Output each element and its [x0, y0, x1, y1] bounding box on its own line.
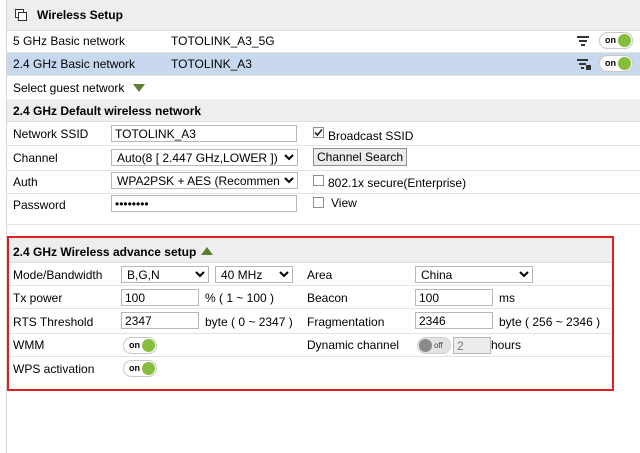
advance-setup-title: 2.4 GHz Wireless advance setup — [13, 245, 197, 259]
password-input[interactable] — [111, 195, 297, 212]
section-divider — [7, 224, 640, 225]
dynamic-channel-hours-input[interactable] — [453, 337, 491, 354]
txpower-unit: % ( 1 ~ 100 ) — [205, 291, 275, 305]
mode-label: Mode/Bandwidth — [13, 268, 103, 282]
enterprise-checkbox[interactable] — [313, 175, 324, 186]
txpower-input[interactable] — [121, 289, 199, 306]
network-row-24ghz[interactable]: 2.4 GHz Basic network TOTOLINK_A3 on — [7, 53, 640, 76]
toggle-knob — [419, 339, 432, 352]
network-24ghz-toggle[interactable]: on — [599, 55, 633, 72]
toggle-knob — [142, 339, 155, 352]
dynamic-channel-unit: hours — [491, 338, 522, 352]
filter-lock-icon[interactable] — [577, 58, 591, 70]
advance-setup-header: 2.4 GHz Wireless advance setup — [9, 238, 612, 263]
channel-select[interactable]: Auto(8 [ 2.447 GHz,LOWER ]) — [111, 149, 298, 166]
wps-toggle[interactable]: on — [123, 360, 157, 377]
txpower-row: Tx power % ( 1 ~ 100 ) Beacon ms — [9, 286, 612, 309]
toggle-label: on — [129, 363, 140, 373]
toggle-label: on — [129, 340, 140, 350]
main-panel: Wireless Setup 5 GHz Basic network TOTOL… — [6, 0, 640, 453]
fragmentation-unit: byte ( 256 ~ 2346 ) — [499, 315, 601, 329]
ssid-input[interactable] — [111, 125, 297, 142]
dynamic-channel-toggle[interactable]: off — [417, 337, 451, 354]
fragmentation-label: Fragmentation — [307, 315, 385, 329]
rts-input[interactable] — [121, 312, 199, 329]
area-select[interactable]: China — [415, 266, 533, 283]
bandwidth-select[interactable]: 40 MHz — [215, 266, 293, 283]
area-label: Area — [307, 268, 333, 282]
beacon-unit: ms — [499, 291, 515, 305]
channel-search-button[interactable]: Channel Search — [313, 148, 408, 166]
network-label: 2.4 GHz Basic network — [13, 57, 136, 71]
auth-select[interactable]: WPA2PSK + AES (Recommended) — [111, 172, 298, 189]
mode-select[interactable]: B,G,N — [121, 266, 209, 283]
wireless-setup-title: Wireless Setup — [37, 8, 123, 22]
wmm-label: WMM — [13, 338, 45, 352]
rts-label: RTS Threshold — [13, 315, 94, 329]
rts-row: RTS Threshold byte ( 0 ~ 2347 ) Fragment… — [9, 309, 612, 334]
broadcast-ssid-checkbox[interactable] — [313, 127, 324, 138]
wireless-setup-header: Wireless Setup — [7, 0, 640, 31]
enterprise-label: 802.1x secure(Enterprise) — [328, 176, 467, 190]
toggle-knob — [142, 362, 155, 375]
guest-network-row[interactable]: Select guest network — [7, 76, 640, 98]
network-row-5ghz[interactable]: 5 GHz Basic network TOTOLINK_A3_5G on — [7, 30, 640, 53]
dynamic-channel-label: Dynamic channel — [307, 338, 400, 352]
broadcast-ssid-label: Broadcast SSID — [328, 129, 414, 143]
copy-window-icon — [15, 9, 27, 21]
channel-label: Channel — [13, 151, 58, 165]
toggle-label: off — [434, 341, 443, 350]
txpower-label: Tx power — [13, 291, 63, 305]
view-password-checkbox[interactable] — [313, 197, 324, 208]
toggle-knob — [618, 57, 631, 70]
view-password-label: View — [331, 196, 357, 210]
network-label: 5 GHz Basic network — [13, 34, 126, 48]
wmm-toggle[interactable]: on — [123, 337, 157, 354]
guest-network-label[interactable]: Select guest network — [13, 81, 124, 95]
expand-arrow-icon[interactable] — [133, 84, 145, 92]
wps-row: WPS activation — [9, 357, 612, 379]
default-network-title: 2.4 GHz Default wireless network — [13, 104, 202, 118]
collapse-arrow-icon[interactable] — [201, 247, 213, 255]
network-ssid: TOTOLINK_A3_5G — [171, 34, 275, 48]
default-network-header: 2.4 GHz Default wireless network — [7, 99, 640, 122]
toggle-label: on — [605, 35, 616, 45]
network-ssid: TOTOLINK_A3 — [171, 57, 252, 71]
rts-unit: byte ( 0 ~ 2347 ) — [205, 315, 293, 329]
password-label: Password — [13, 198, 66, 212]
fragmentation-input[interactable] — [415, 312, 493, 329]
network-5ghz-toggle[interactable]: on — [599, 32, 633, 49]
filter-icon[interactable] — [577, 35, 589, 47]
auth-label: Auth — [13, 175, 38, 189]
beacon-label: Beacon — [307, 291, 348, 305]
beacon-input[interactable] — [415, 289, 493, 306]
wmm-row: WMM Dynamic channel hours — [9, 334, 612, 357]
toggle-knob — [618, 34, 631, 47]
wps-label: WPS activation — [13, 362, 95, 376]
ssid-label: Network SSID — [13, 127, 89, 141]
toggle-label: on — [605, 58, 616, 68]
